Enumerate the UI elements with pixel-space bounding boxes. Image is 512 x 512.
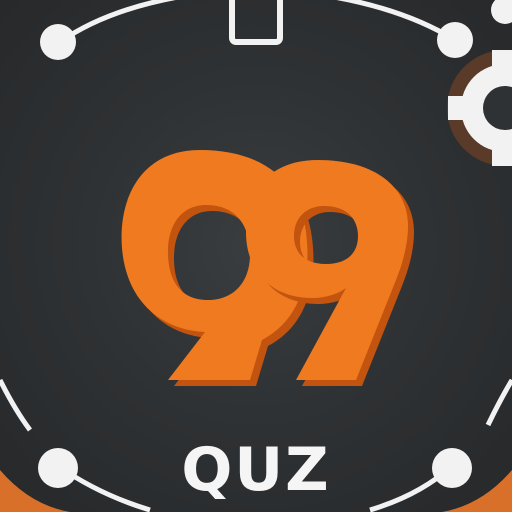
ring-arc-left (0, 378, 33, 432)
logo-canvas: QUZ (0, 0, 512, 512)
node-top-far-right (491, 0, 512, 24)
ring-arc-top-left (58, 0, 176, 45)
gear-icon (447, 50, 512, 166)
q9-monogram (121, 150, 414, 386)
ring-arc-top-right (336, 0, 457, 43)
ring-arc-right (485, 378, 512, 427)
node-top-right (437, 22, 473, 58)
node-top-left (40, 24, 76, 60)
logo-wordmark: QUZ (181, 435, 331, 505)
top-tab-icon (229, 0, 283, 45)
